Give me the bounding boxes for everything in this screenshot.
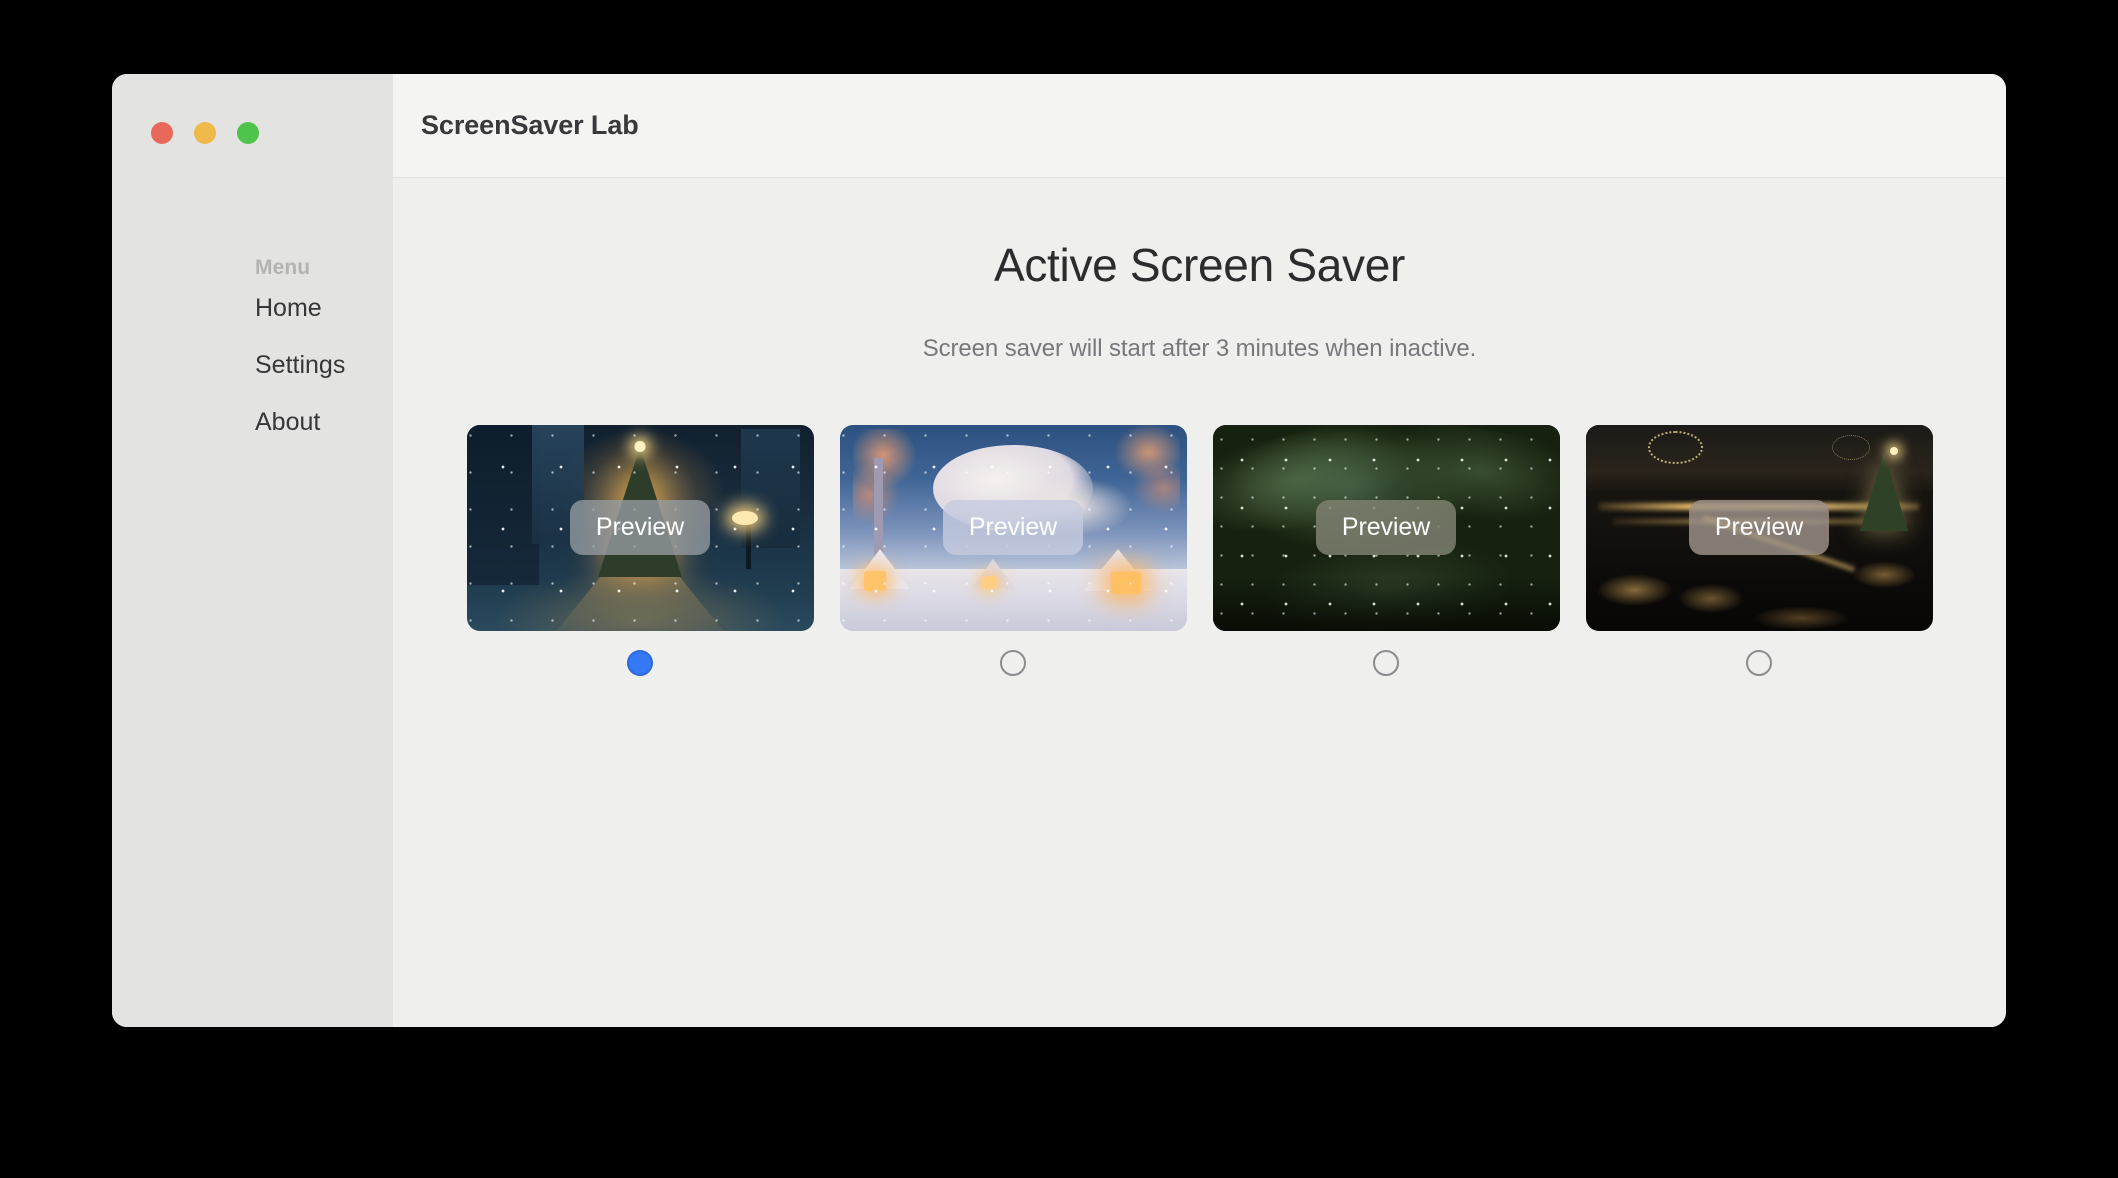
- sidebar: Menu Home Settings About: [112, 74, 460, 1027]
- screensaver-radio-2[interactable]: [1000, 649, 1026, 676]
- preview-button[interactable]: Preview: [1315, 500, 1457, 556]
- main-pane: ScreenSaver Lab Active Screen Saver Scre…: [393, 74, 2006, 1027]
- window-controls: [151, 122, 259, 144]
- screensaver-radio-3[interactable]: [1373, 649, 1399, 676]
- app-title: ScreenSaver Lab: [421, 110, 639, 140]
- close-window-button[interactable]: [151, 122, 173, 144]
- preview-button[interactable]: Preview: [942, 500, 1084, 556]
- screensaver-thumbnail-city[interactable]: Preview: [466, 424, 814, 631]
- titlebar: ScreenSaver Lab: [393, 74, 2006, 178]
- preview-button[interactable]: Preview: [569, 500, 711, 556]
- screensaver-option: Preview: [1212, 424, 1560, 676]
- minimize-window-button[interactable]: [194, 122, 216, 144]
- preview-button[interactable]: Preview: [1688, 500, 1830, 556]
- screensaver-radio-1[interactable]: [627, 649, 653, 676]
- app-window: Menu Home Settings About ScreenSaver Lab…: [112, 74, 2006, 1027]
- page-subtitle: Screen saver will start after 3 minutes …: [922, 334, 1477, 362]
- content-area: Active Screen Saver Screen saver will st…: [393, 178, 2006, 1027]
- screensaver-thumbnail-village[interactable]: Preview: [839, 424, 1187, 631]
- zoom-window-button[interactable]: [237, 122, 259, 144]
- screensaver-grid: Preview Preview Preview Preview: [393, 424, 2006, 676]
- sidebar-section-label: Menu: [255, 256, 311, 279]
- screensaver-radio-4[interactable]: [1746, 649, 1772, 676]
- screensaver-option: Preview: [466, 424, 814, 676]
- screensaver-option: Preview: [839, 424, 1187, 676]
- screensaver-thumbnail-aerial[interactable]: Preview: [1585, 424, 1933, 631]
- screensaver-option: Preview: [1585, 424, 1933, 676]
- page-title: Active Screen Saver: [993, 239, 1406, 291]
- screensaver-thumbnail-pine[interactable]: Preview: [1212, 424, 1560, 631]
